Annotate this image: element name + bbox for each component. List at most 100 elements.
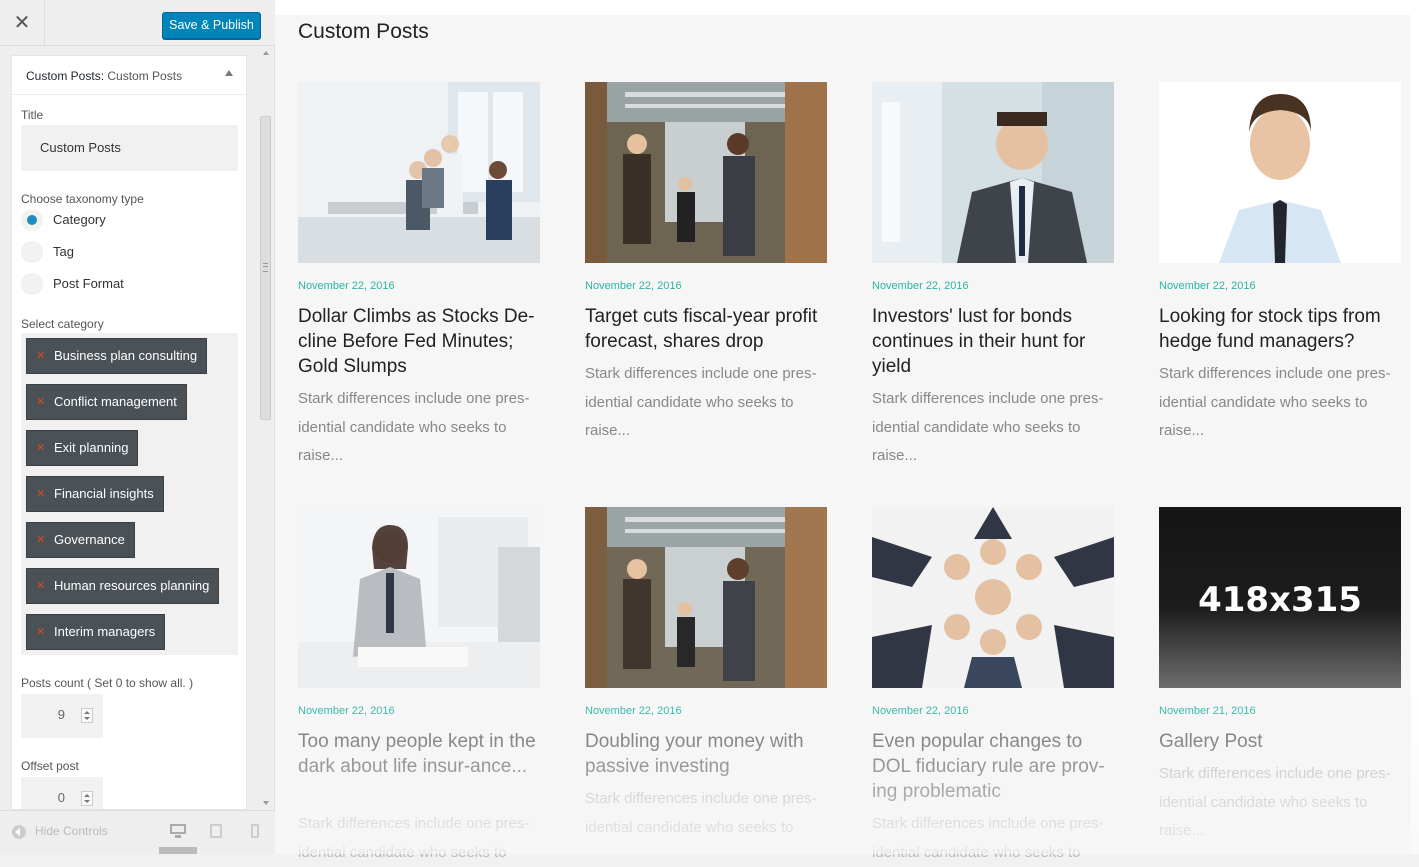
desktop-preview-icon[interactable]	[170, 824, 186, 838]
category-tag[interactable]: ✕ Human resources planning	[26, 568, 220, 604]
post-thumbnail[interactable]	[298, 507, 540, 688]
post-title[interactable]: Even popular changes to DOL fiduciary ru…	[872, 729, 1114, 804]
customizer-footer: Hide Controls	[0, 810, 275, 854]
close-icon[interactable]: ✕	[0, 0, 45, 46]
post-date: November 22, 2016	[298, 280, 395, 292]
hide-controls-button[interactable]: Hide Controls	[12, 824, 108, 839]
post-excerpt: Stark differences include one pres-ident…	[585, 790, 817, 836]
category-tag[interactable]: ✕ Interim managers	[26, 614, 166, 650]
offset-value: 0	[57, 790, 65, 805]
post-thumbnail[interactable]: 418x315	[1159, 507, 1401, 688]
post-date: November 22, 2016	[298, 705, 395, 717]
scroll-up-icon[interactable]	[263, 51, 269, 55]
category-tag[interactable]: ✕ Governance	[26, 522, 135, 558]
category-tag[interactable]: ✕ Exit planning	[26, 430, 139, 466]
post-card[interactable]: November 22, 2016 Too many people kept i…	[298, 507, 540, 861]
radio-label: Post Format	[53, 276, 124, 291]
category-tag[interactable]: ✕ Business plan consulting	[26, 338, 208, 374]
post-title[interactable]: Target cuts fiscal-year profit forecast,…	[585, 304, 827, 354]
spinner-icon[interactable]	[81, 708, 93, 723]
remove-icon[interactable]: ✕	[36, 339, 45, 373]
post-date: November 22, 2016	[585, 280, 682, 292]
section-title: Custom Posts	[298, 20, 429, 43]
radio-label: Category	[53, 212, 106, 227]
panel-scrollbar[interactable]	[259, 46, 273, 810]
post-card[interactable]: November 22, 2016 Dollar Climbs as Stock…	[298, 82, 540, 482]
post-thumbnail[interactable]	[1159, 82, 1401, 263]
category-tag-label: Human resources planning	[54, 578, 210, 593]
posts-count-value: 9	[57, 707, 65, 722]
horizontal-scrollbar[interactable]	[159, 847, 197, 854]
save-publish-button[interactable]: Save & Publish	[162, 12, 261, 39]
post-excerpt: Stark differences include one pres-ident…	[1159, 365, 1391, 439]
widget-title-main: Custom Posts:	[26, 69, 105, 83]
offset-input[interactable]: 0	[21, 777, 103, 809]
remove-icon[interactable]: ✕	[36, 569, 45, 603]
grip-icon	[263, 263, 268, 272]
hide-controls-label: Hide Controls	[35, 824, 108, 838]
post-title[interactable]: Too many people kept in the dark about l…	[298, 729, 540, 779]
collapse-arrow-icon[interactable]	[225, 70, 233, 76]
post-card[interactable]: 418x315 November 21, 2016 Gallery Post S…	[1159, 507, 1401, 854]
post-title[interactable]: Looking for stock tips from hedge fund m…	[1159, 304, 1401, 354]
post-title[interactable]: Investors' lust for bonds continues in t…	[872, 304, 1114, 379]
posts-count-input[interactable]: 9	[21, 694, 103, 738]
radio-label: Tag	[53, 244, 74, 259]
post-thumbnail[interactable]	[872, 82, 1114, 263]
category-select[interactable]: ✕ Business plan consulting ✕ Conflict mana…	[21, 333, 238, 655]
custom-posts-widget: Custom Posts: Custom Posts Title Custom …	[11, 55, 247, 810]
post-card[interactable]: November 22, 2016 Even popular changes t…	[872, 507, 1114, 861]
post-date: November 22, 2016	[1159, 280, 1256, 292]
customizer-header: ✕ Save & Publish	[0, 0, 275, 46]
post-date: November 22, 2016	[872, 280, 969, 292]
post-title[interactable]: Gallery Post	[1159, 729, 1401, 754]
post-thumbnail[interactable]	[298, 82, 540, 263]
widget-title-sub: Custom Posts	[107, 69, 183, 83]
post-excerpt: Stark differences include one pres-ident…	[298, 390, 530, 464]
remove-icon[interactable]: ✕	[36, 615, 45, 649]
radio-button-checked[interactable]	[21, 209, 43, 231]
category-tag-label: Financial insights	[54, 486, 154, 501]
category-tag[interactable]: ✕ Financial insights	[26, 476, 164, 512]
posts-count-label: Posts count ( Set 0 to show all. )	[21, 676, 194, 690]
category-tag-label: Governance	[54, 532, 125, 547]
post-card[interactable]: November 22, 2016 Doubling your money wi…	[585, 507, 827, 854]
post-card[interactable]: November 22, 2016 Looking for stock tips…	[1159, 82, 1401, 482]
taxonomy-label: Choose taxonomy type	[21, 192, 144, 206]
post-title[interactable]: Dollar Climbs as Stocks De-cline Before …	[298, 304, 540, 379]
category-tag-label: Exit planning	[54, 440, 129, 455]
mobile-preview-icon[interactable]	[251, 824, 259, 838]
post-card[interactable]: November 22, 2016 Target cuts fiscal-yea…	[585, 82, 827, 482]
title-input[interactable]: Custom Posts	[21, 125, 238, 171]
post-thumbnail[interactable]	[585, 82, 827, 263]
title-label: Title	[21, 108, 44, 122]
scrollbar-thumb[interactable]	[260, 116, 271, 420]
collapse-icon	[12, 824, 26, 839]
category-label: Select category	[21, 317, 104, 331]
remove-icon[interactable]: ✕	[36, 385, 45, 419]
widget-header[interactable]: Custom Posts: Custom Posts	[12, 56, 246, 95]
widget-title: Custom Posts: Custom Posts	[26, 69, 182, 83]
offset-label: Offset post	[21, 759, 79, 773]
post-date: November 22, 2016	[585, 705, 682, 717]
scroll-down-icon[interactable]	[263, 801, 269, 805]
post-excerpt: Stark differences include one pres-ident…	[585, 365, 817, 439]
post-date: November 22, 2016	[872, 705, 969, 717]
post-excerpt: Stark differences include one pres-ident…	[872, 815, 1104, 861]
category-tag[interactable]: ✕ Conflict management	[26, 384, 187, 420]
post-excerpt: Stark differences include one pres-ident…	[1159, 765, 1391, 839]
radio-button[interactable]	[21, 273, 43, 295]
post-thumbnail[interactable]	[585, 507, 827, 688]
category-tag-label: Conflict management	[54, 394, 177, 409]
placeholder-text: 418x315	[1198, 580, 1362, 620]
spinner-icon[interactable]	[81, 791, 93, 806]
post-title[interactable]: Doubling your money with passive investi…	[585, 729, 827, 779]
category-tag-label: Interim managers	[54, 624, 156, 639]
remove-icon[interactable]: ✕	[36, 477, 45, 511]
tablet-preview-icon[interactable]	[210, 824, 222, 838]
post-thumbnail[interactable]	[872, 507, 1114, 688]
remove-icon[interactable]: ✕	[36, 431, 45, 465]
remove-icon[interactable]: ✕	[36, 523, 45, 557]
post-card[interactable]: November 22, 2016 Investors' lust for bo…	[872, 82, 1114, 482]
radio-button[interactable]	[21, 241, 43, 263]
